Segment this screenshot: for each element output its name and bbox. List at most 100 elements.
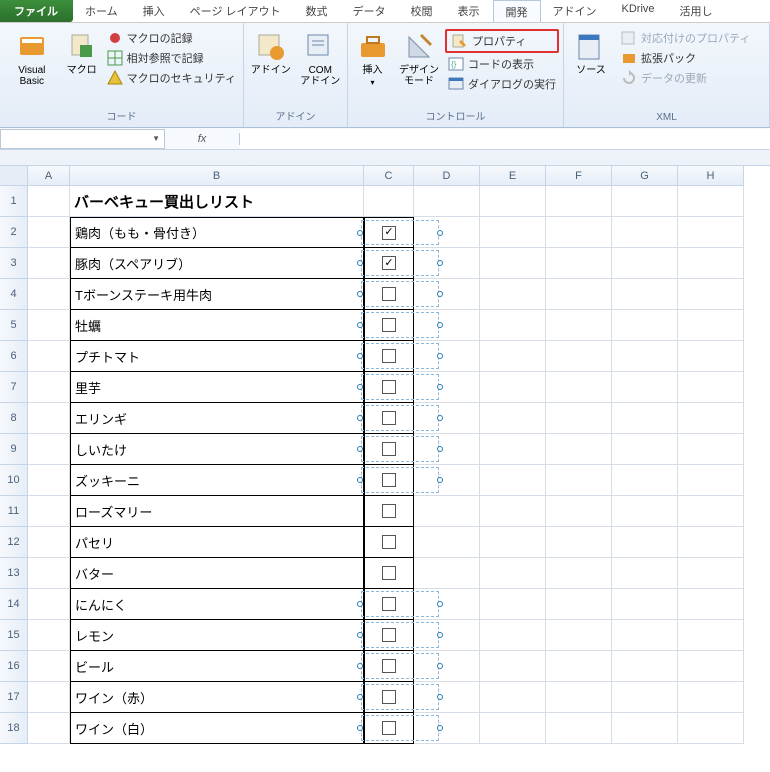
- col-header[interactable]: B: [70, 166, 364, 186]
- cell[interactable]: [678, 496, 744, 527]
- cell[interactable]: [414, 217, 480, 248]
- cell[interactable]: [28, 186, 70, 217]
- chevron-down-icon[interactable]: ▼: [152, 134, 160, 143]
- checkbox-cell[interactable]: [364, 217, 414, 248]
- tab-home[interactable]: ホーム: [73, 0, 131, 22]
- cell[interactable]: [480, 341, 546, 372]
- cell[interactable]: [28, 217, 70, 248]
- cell[interactable]: [612, 589, 678, 620]
- tab-page-layout[interactable]: ページ レイアウト: [178, 0, 294, 22]
- refresh-data-button[interactable]: データの更新: [618, 69, 753, 87]
- cell[interactable]: [480, 620, 546, 651]
- insert-control-button[interactable]: 挿入 ▾: [352, 29, 393, 89]
- cell[interactable]: [678, 465, 744, 496]
- cell[interactable]: [28, 651, 70, 682]
- cell[interactable]: [480, 186, 546, 217]
- cell[interactable]: [612, 372, 678, 403]
- cell[interactable]: [480, 682, 546, 713]
- cell[interactable]: [28, 434, 70, 465]
- col-header[interactable]: H: [678, 166, 744, 186]
- checkbox[interactable]: [382, 380, 396, 394]
- view-code-button[interactable]: {} コードの表示: [445, 55, 559, 73]
- cell[interactable]: [480, 434, 546, 465]
- cell[interactable]: [480, 279, 546, 310]
- row-header[interactable]: 1: [0, 186, 28, 217]
- cell[interactable]: [678, 341, 744, 372]
- checkbox[interactable]: [382, 256, 396, 270]
- cell[interactable]: [612, 248, 678, 279]
- checkbox[interactable]: [382, 287, 396, 301]
- select-all[interactable]: [0, 166, 28, 186]
- cell[interactable]: [364, 186, 414, 217]
- expansion-packs-button[interactable]: 拡張パック: [618, 49, 753, 67]
- cell[interactable]: [678, 682, 744, 713]
- tab-data[interactable]: データ: [341, 0, 399, 22]
- cell[interactable]: [414, 279, 480, 310]
- checkbox-cell[interactable]: [364, 403, 414, 434]
- cell[interactable]: [414, 558, 480, 589]
- row-header[interactable]: 13: [0, 558, 28, 589]
- cell[interactable]: [678, 186, 744, 217]
- cell[interactable]: [28, 372, 70, 403]
- cell[interactable]: [414, 465, 480, 496]
- checkbox[interactable]: [382, 628, 396, 642]
- checkbox[interactable]: [382, 442, 396, 456]
- cell[interactable]: [414, 186, 480, 217]
- cell[interactable]: [612, 403, 678, 434]
- checkbox-cell[interactable]: [364, 558, 414, 589]
- cell[interactable]: 里芋: [70, 372, 364, 403]
- cell[interactable]: [612, 496, 678, 527]
- cell[interactable]: [612, 186, 678, 217]
- row-header[interactable]: 10: [0, 465, 28, 496]
- cell[interactable]: ビール: [70, 651, 364, 682]
- tab-review[interactable]: 校閲: [399, 0, 446, 22]
- formula-input[interactable]: [240, 129, 770, 149]
- cell[interactable]: [28, 465, 70, 496]
- cell[interactable]: [678, 558, 744, 589]
- checkbox-cell[interactable]: [364, 589, 414, 620]
- tab-formulas[interactable]: 数式: [294, 0, 341, 22]
- cell[interactable]: [612, 558, 678, 589]
- checkbox[interactable]: [382, 597, 396, 611]
- cell[interactable]: [414, 527, 480, 558]
- cell[interactable]: [414, 713, 480, 744]
- cell[interactable]: 牡蠣: [70, 310, 364, 341]
- cell[interactable]: [546, 403, 612, 434]
- run-dialog-button[interactable]: ダイアログの実行: [445, 75, 559, 93]
- cell[interactable]: バター: [70, 558, 364, 589]
- cell[interactable]: [28, 496, 70, 527]
- cell[interactable]: [678, 310, 744, 341]
- row-header[interactable]: 18: [0, 713, 28, 744]
- checkbox-cell[interactable]: [364, 310, 414, 341]
- checkbox[interactable]: [382, 349, 396, 363]
- tab-file[interactable]: ファイル: [0, 0, 73, 22]
- cell[interactable]: [480, 465, 546, 496]
- checkbox[interactable]: [382, 504, 396, 518]
- checkbox-cell[interactable]: [364, 341, 414, 372]
- cell[interactable]: [414, 496, 480, 527]
- cell[interactable]: [480, 651, 546, 682]
- cell[interactable]: [28, 620, 70, 651]
- cell[interactable]: [546, 682, 612, 713]
- source-button[interactable]: ソース: [568, 29, 614, 78]
- tab-insert[interactable]: 挿入: [131, 0, 178, 22]
- cell[interactable]: [546, 310, 612, 341]
- cell[interactable]: [28, 713, 70, 744]
- row-header[interactable]: 17: [0, 682, 28, 713]
- checkbox-cell[interactable]: [364, 496, 414, 527]
- cell[interactable]: [414, 341, 480, 372]
- cell[interactable]: [678, 217, 744, 248]
- cell[interactable]: [414, 310, 480, 341]
- col-header[interactable]: F: [546, 166, 612, 186]
- cell[interactable]: ワイン（白）: [70, 713, 364, 744]
- cell[interactable]: [678, 403, 744, 434]
- cell[interactable]: [546, 279, 612, 310]
- cell[interactable]: バーベキュー買出しリスト: [70, 186, 364, 217]
- cell[interactable]: [546, 558, 612, 589]
- macro-security-button[interactable]: マクロのセキュリティ: [104, 69, 239, 87]
- cell[interactable]: Tボーンステーキ用牛肉: [70, 279, 364, 310]
- row-header[interactable]: 3: [0, 248, 28, 279]
- properties-button[interactable]: プロパティ: [449, 32, 555, 50]
- cell[interactable]: [28, 279, 70, 310]
- cell[interactable]: 豚肉（スペアリブ）: [70, 248, 364, 279]
